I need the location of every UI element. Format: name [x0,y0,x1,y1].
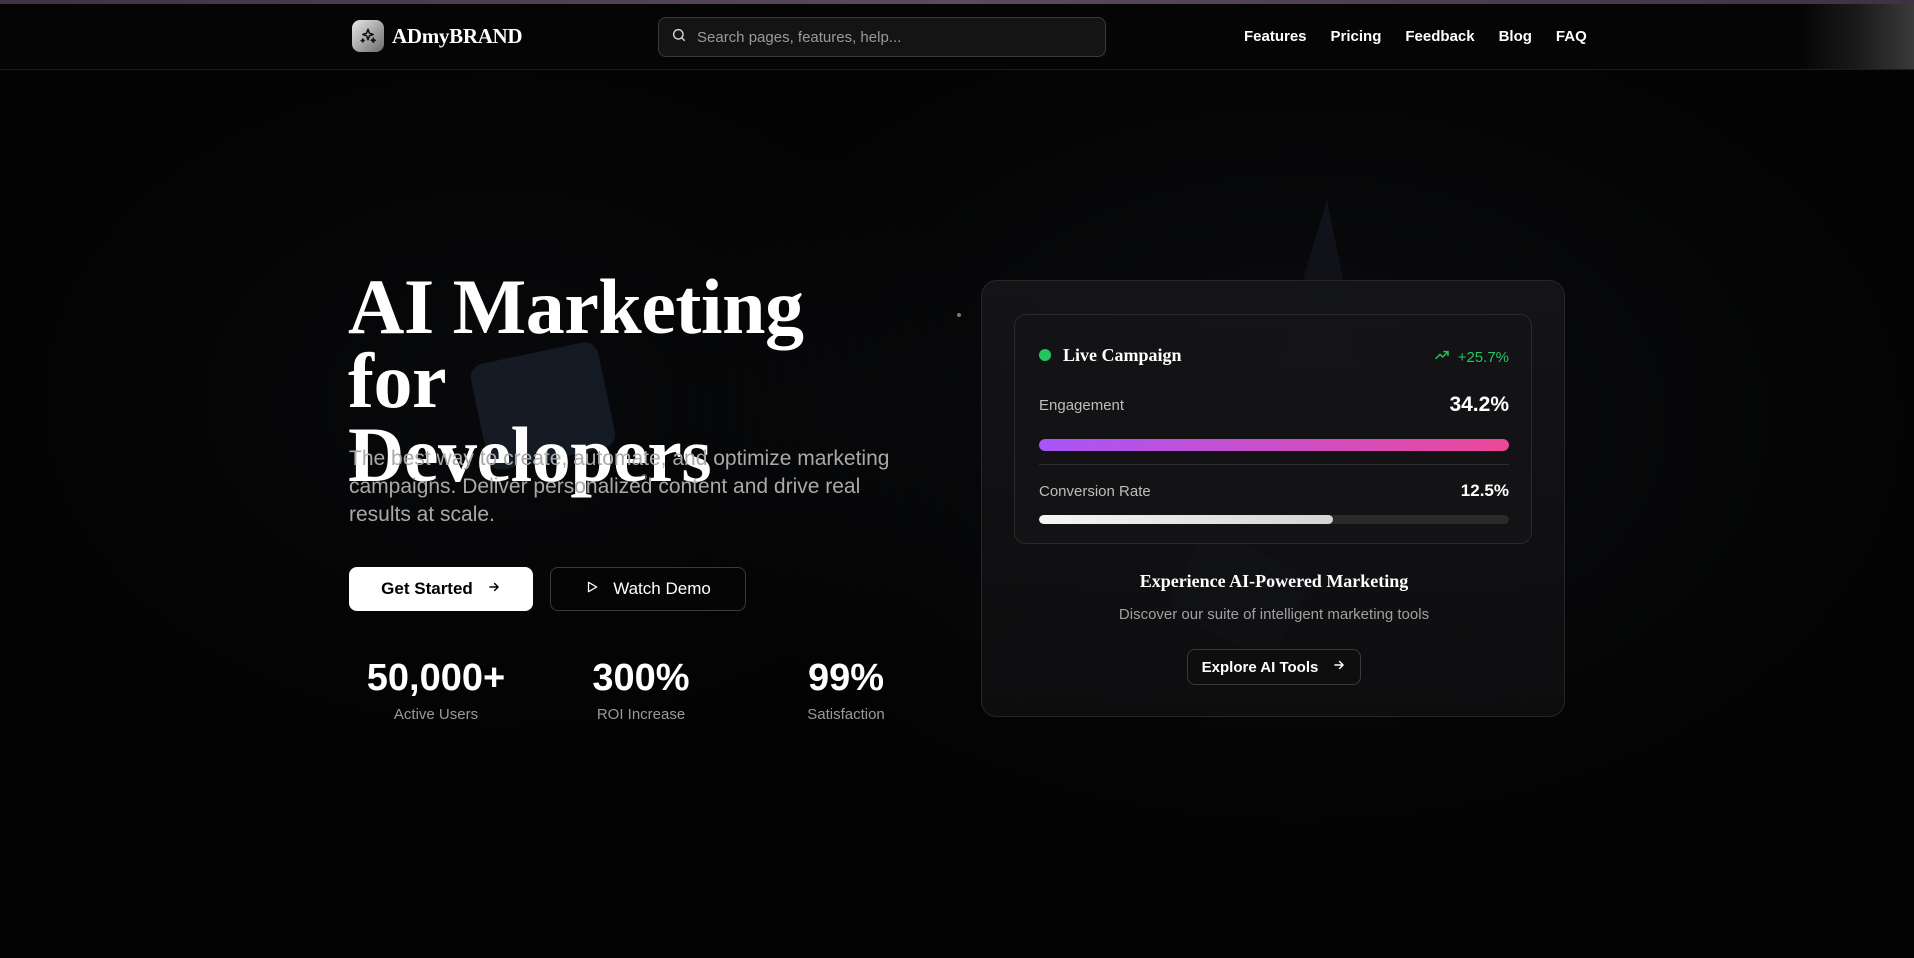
hero-title-line1: AI Marketing for [348,263,804,424]
engagement-progress-bar [1039,439,1509,451]
conversion-progress-bar [1039,515,1509,524]
arrow-right-icon [1332,658,1346,676]
brand[interactable]: ADmyBRAND [352,20,523,52]
search-icon [671,27,687,48]
campaign-card: Live Campaign +25.7% Engagement 34.2% Co… [981,280,1565,717]
stat-label: ROI Increase [596,706,686,723]
stat-value: 99% [807,657,885,699]
nav-features[interactable]: Features [1244,28,1307,45]
watch-demo-label: Watch Demo [613,579,711,598]
live-campaign-label: Live Campaign [1063,345,1182,365]
metric-value: 34.2% [1449,393,1509,416]
live-campaign-panel: Live Campaign +25.7% Engagement 34.2% Co… [1014,314,1532,544]
search-input[interactable] [697,28,1087,46]
stat-value: 50,000+ [366,657,506,699]
conversion-progress-fill [1039,515,1333,524]
trending-up-icon [1434,347,1450,367]
navbar: ADmyBRAND Features Pricing Feedback Blog… [0,4,1914,70]
stat-label: Satisfaction [807,706,885,723]
nav-links: Features Pricing Feedback Blog FAQ [1244,28,1587,45]
stat-satisfaction: 99% Satisfaction [756,656,936,723]
stat-label: Active Users [393,706,479,723]
engagement-progress-fill [1039,439,1509,451]
stat-active-users: 50,000+ Active Users [346,656,526,723]
card-cta-subtitle: Discover our suite of intelligent market… [1118,606,1430,623]
metric-name: Conversion Rate [1039,483,1151,500]
decorative-dot [957,313,961,317]
campaign-header: Live Campaign +25.7% [1039,345,1509,369]
divider [1039,464,1509,465]
metric-conversion-rate: Conversion Rate 12.5% [1039,481,1509,524]
metric-value: 12.5% [1460,481,1509,500]
nav-pricing[interactable]: Pricing [1331,28,1382,45]
metric-engagement: Engagement 34.2% [1039,393,1509,457]
nav-faq[interactable]: FAQ [1556,28,1587,45]
trend-value: +25.7% [1457,348,1509,366]
stat-roi-increase: 300% ROI Increase [551,656,731,723]
arrow-right-icon [487,579,501,599]
explore-label: Explore AI Tools [1201,658,1319,676]
nav-feedback[interactable]: Feedback [1405,28,1474,45]
live-status-dot [1039,349,1051,361]
search-bar[interactable] [658,17,1106,57]
metric-name: Engagement [1039,397,1125,414]
explore-ai-tools-button[interactable]: Explore AI Tools [1187,649,1361,685]
get-started-label: Get Started [381,579,473,598]
play-icon [585,579,599,600]
nav-blog[interactable]: Blog [1499,28,1532,45]
watch-demo-button[interactable]: Watch Demo [550,567,746,611]
get-started-button[interactable]: Get Started [349,567,533,611]
trend-badge: +25.7% [1434,347,1509,367]
stat-value: 300% [592,657,690,699]
card-cta-title: Experience AI-Powered Marketing [1139,571,1409,591]
brand-name: ADmyBRAND [392,23,523,48]
hero-subtitle: The best way to create, automate, and op… [349,447,890,526]
sparkle-icon [352,20,384,52]
